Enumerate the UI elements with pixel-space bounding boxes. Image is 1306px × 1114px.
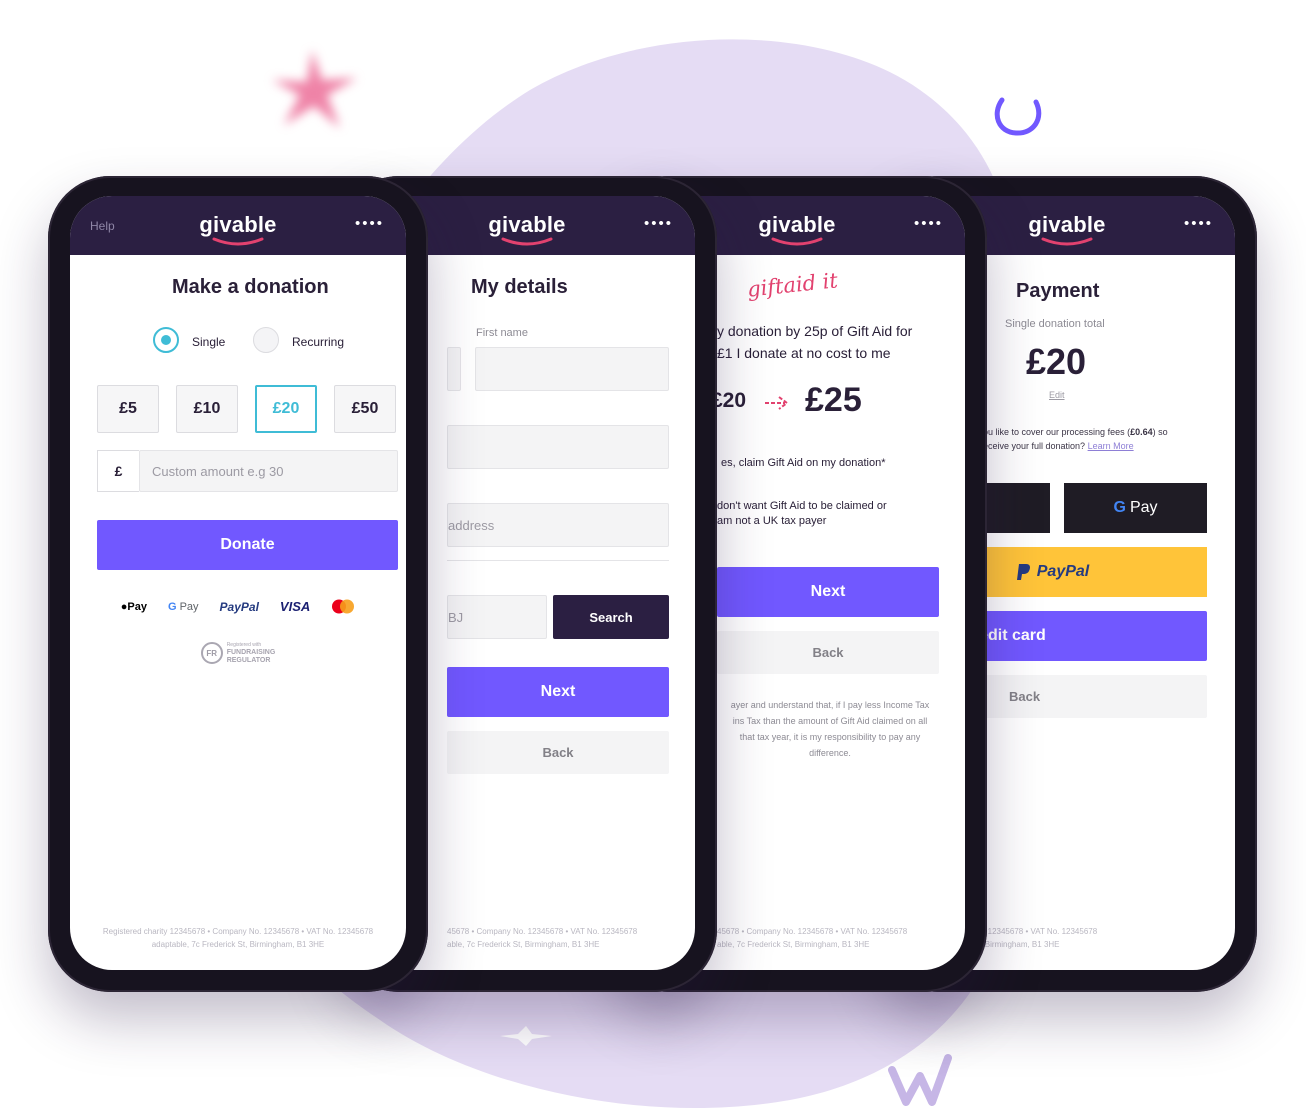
option-claim-gift-aid[interactable]: es, claim Gift Aid on my donation*: [721, 457, 885, 469]
visa-logo: VISA: [279, 599, 311, 614]
fundraising-regulator-badge: FR Registered with FUNDRAISING REGULATOR: [70, 641, 406, 665]
footer: Registered charity 12345678 • Company No…: [102, 927, 374, 949]
title-field[interactable]: [447, 347, 461, 391]
next-button[interactable]: Next: [717, 567, 939, 617]
arrow-right-icon: [765, 396, 789, 410]
fees-text: ou like to cover our processing fees (£0…: [983, 427, 1168, 437]
apple-pay-logo: ●Pay: [120, 600, 147, 613]
donation-screen: Help givable •••• Make a donation Single…: [70, 196, 406, 970]
fees-text-2: eceive your full donation? Learn More: [983, 441, 1134, 451]
search-button[interactable]: Search: [553, 595, 669, 639]
gift-aid-disclaimer: ayer and understand that, if I pay less …: [730, 700, 930, 758]
learn-more-link[interactable]: Learn More: [1088, 441, 1134, 451]
logo-smile-icon: [501, 237, 553, 246]
amount-50-button[interactable]: £50: [334, 385, 396, 433]
menu-dots-icon[interactable]: ••••: [355, 216, 384, 231]
menu-dots-icon[interactable]: ••••: [914, 216, 943, 231]
edit-link[interactable]: Edit: [1049, 390, 1065, 400]
donation-content: Make a donation Single Recurring £5 £10 …: [70, 255, 406, 970]
back-button[interactable]: Back: [717, 631, 939, 674]
fees-amount: £0.64: [1130, 427, 1153, 437]
single-radio[interactable]: [153, 327, 179, 353]
next-button[interactable]: Next: [447, 667, 669, 717]
email-address-input[interactable]: address: [447, 503, 669, 547]
logo-smile-icon: [771, 237, 823, 246]
mastercard-icon: [332, 599, 355, 614]
amount-5-button[interactable]: £5: [97, 385, 159, 433]
paypal-logo: PayPal: [219, 599, 259, 614]
logo-smile-icon: [212, 237, 264, 246]
google-pay-button[interactable]: G Pay: [1064, 483, 1207, 533]
page-title: My details: [471, 276, 568, 298]
last-name-input[interactable]: [447, 425, 669, 469]
recurring-radio[interactable]: [253, 327, 279, 353]
fundraising-regulator-icon: FR: [200, 642, 223, 664]
menu-dots-icon[interactable]: ••••: [1184, 216, 1213, 231]
gift-aid-intro-2: £1 I donate at no cost to me: [717, 345, 891, 361]
amount-after: £25: [805, 381, 862, 419]
sparkle-decoration: [500, 1026, 552, 1046]
pink-sparkle-icon: [272, 50, 357, 128]
postcode-input[interactable]: BJ: [447, 595, 547, 639]
gift-aid-intro-1: y donation by 25p of Gift Aid for: [717, 323, 913, 339]
payment-methods: ●Pay G Pay PayPal VISA: [70, 599, 406, 614]
phone-make-donation: Help givable •••• Make a donation Single…: [48, 176, 428, 992]
donate-button[interactable]: Donate: [97, 520, 398, 570]
amount-20-button[interactable]: £20: [255, 385, 317, 433]
page-title: Make a donation: [172, 276, 329, 298]
recurring-label[interactable]: Recurring: [292, 335, 344, 349]
single-label[interactable]: Single: [192, 335, 225, 349]
paypal-icon: [1016, 564, 1030, 580]
option-no-gift-aid[interactable]: don't want Gift Aid to be claimed or am …: [717, 499, 887, 529]
first-name-label: First name: [476, 327, 528, 339]
google-g-icon: G: [1113, 499, 1126, 516]
google-pay-logo: G Pay: [167, 600, 199, 613]
ring-icon: [994, 97, 1042, 136]
custom-amount-input[interactable]: Custom amount e.g 30: [139, 450, 398, 492]
back-button[interactable]: Back: [447, 731, 669, 774]
menu-dots-icon[interactable]: ••••: [644, 216, 673, 231]
amount-10-button[interactable]: £10: [176, 385, 238, 433]
divider: [447, 560, 669, 561]
page-title: Payment: [1016, 280, 1100, 302]
currency-prefix: £: [97, 450, 139, 492]
squiggle-icon: [888, 1054, 952, 1106]
logo-smile-icon: [1041, 237, 1093, 246]
first-name-input[interactable]: [475, 347, 669, 391]
top-bar: Help givable ••••: [70, 196, 406, 255]
subtitle: Single donation total: [1005, 318, 1105, 330]
gift-aid-logo: giftaid it: [745, 268, 839, 302]
total-amount: £20: [1026, 341, 1087, 382]
